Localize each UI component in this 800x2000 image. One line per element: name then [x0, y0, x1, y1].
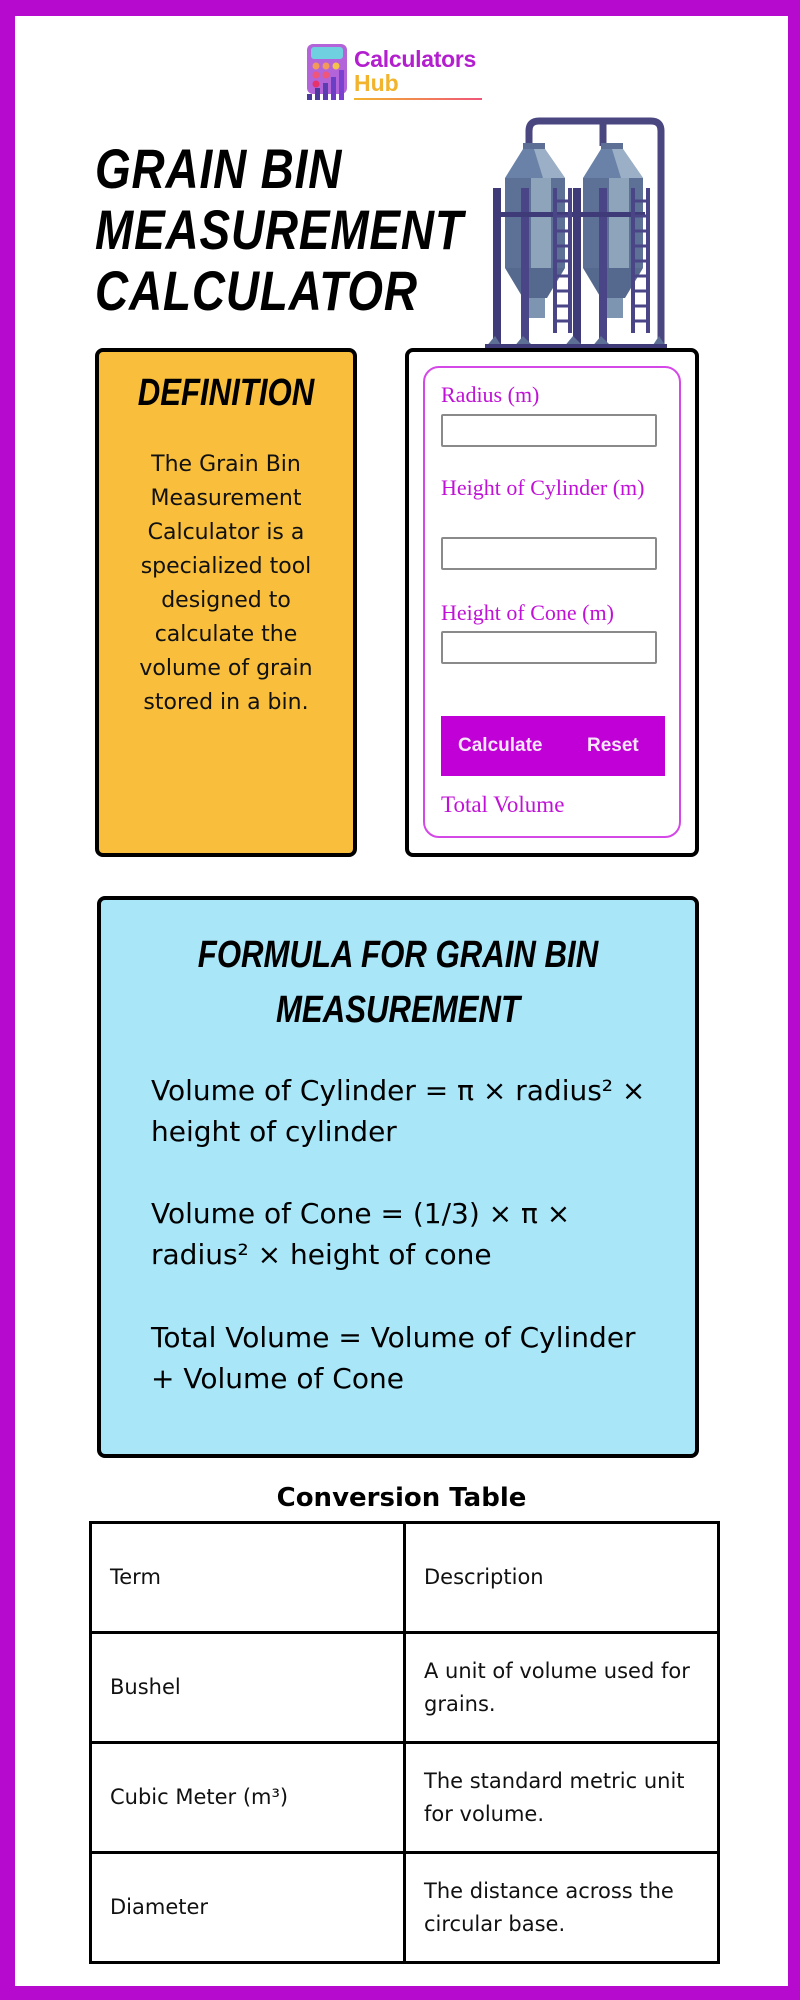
grain-silo-icon — [485, 117, 667, 350]
definition-card: DEFINITION The Grain Bin Measurement Cal… — [95, 348, 357, 857]
infographic-page: Calculators Hub GRAIN BIN MEASUREMENT CA… — [15, 16, 788, 1986]
radius-label: Radius (m) — [441, 382, 540, 407]
total-volume-result: Total Volume — [441, 792, 565, 817]
calculator-card: Radius (m) Height of Cylinder (m) Height… — [405, 348, 699, 857]
table-cell-description: The distance across the circular base. — [403, 1851, 720, 1964]
table-cell-term: Bushel — [89, 1631, 406, 1744]
cone-height-label: Height of Cone (m) — [441, 600, 614, 625]
radius-input[interactable] — [441, 414, 657, 447]
table-cell-description: A unit of volume used for grains. — [403, 1631, 720, 1744]
table-row: Cubic Meter (m³) The standard metric uni… — [89, 1741, 720, 1854]
conversion-table-title: Conversion Table — [276, 1483, 527, 1513]
calculate-button[interactable]: Calculate — [458, 716, 542, 776]
cone-height-input[interactable] — [441, 631, 657, 664]
table-row: Bushel A unit of volume used for grains. — [89, 1631, 720, 1744]
table-cell-term: Diameter — [89, 1851, 406, 1964]
definition-text: The Grain Bin Measurement Calculator is … — [139, 452, 313, 715]
cone-volume-formula: Volume of Cone = (1/3) × π × radius² × h… — [151, 1197, 571, 1271]
formula-title: FORMULA FOR GRAIN BIN MEASUREMENT — [197, 934, 599, 1031]
table-header-row: Term Description — [89, 1521, 720, 1634]
logo-text-calculators: Calculators — [354, 46, 476, 72]
conversion-table: Term Description Bushel A unit of volume… — [89, 1521, 720, 1964]
formula-card: FORMULA FOR GRAIN BIN MEASUREMENT Volume… — [97, 896, 699, 1458]
definition-title: DEFINITION — [137, 372, 315, 414]
calculator-form: Radius (m) Height of Cylinder (m) Height… — [423, 366, 681, 838]
table-header-term: Term — [89, 1521, 406, 1634]
cylinder-volume-formula: Volume of Cylinder = π × radius² × heigh… — [151, 1074, 646, 1148]
logo-underline — [354, 98, 482, 100]
table-cell-description: The standard metric unit for volume. — [403, 1741, 720, 1854]
calculators-hub-logo[interactable]: Calculators Hub — [305, 40, 505, 118]
calculator-chart-icon — [307, 44, 347, 100]
reset-button[interactable]: Reset — [587, 716, 639, 776]
logo-text-hub: Hub — [354, 70, 399, 96]
cylinder-height-input[interactable] — [441, 537, 657, 570]
page-title: GRAIN BIN MEASUREMENT CALCULATOR — [95, 137, 464, 322]
table-row: Diameter The distance across the circula… — [89, 1851, 720, 1964]
button-bar: Calculate Reset — [441, 716, 665, 776]
table-cell-term: Cubic Meter (m³) — [89, 1741, 406, 1854]
table-header-description: Description — [403, 1521, 720, 1634]
cylinder-height-label: Height of Cylinder (m) — [441, 475, 645, 500]
total-volume-formula: Total Volume = Volume of Cylinder + Volu… — [151, 1321, 636, 1395]
